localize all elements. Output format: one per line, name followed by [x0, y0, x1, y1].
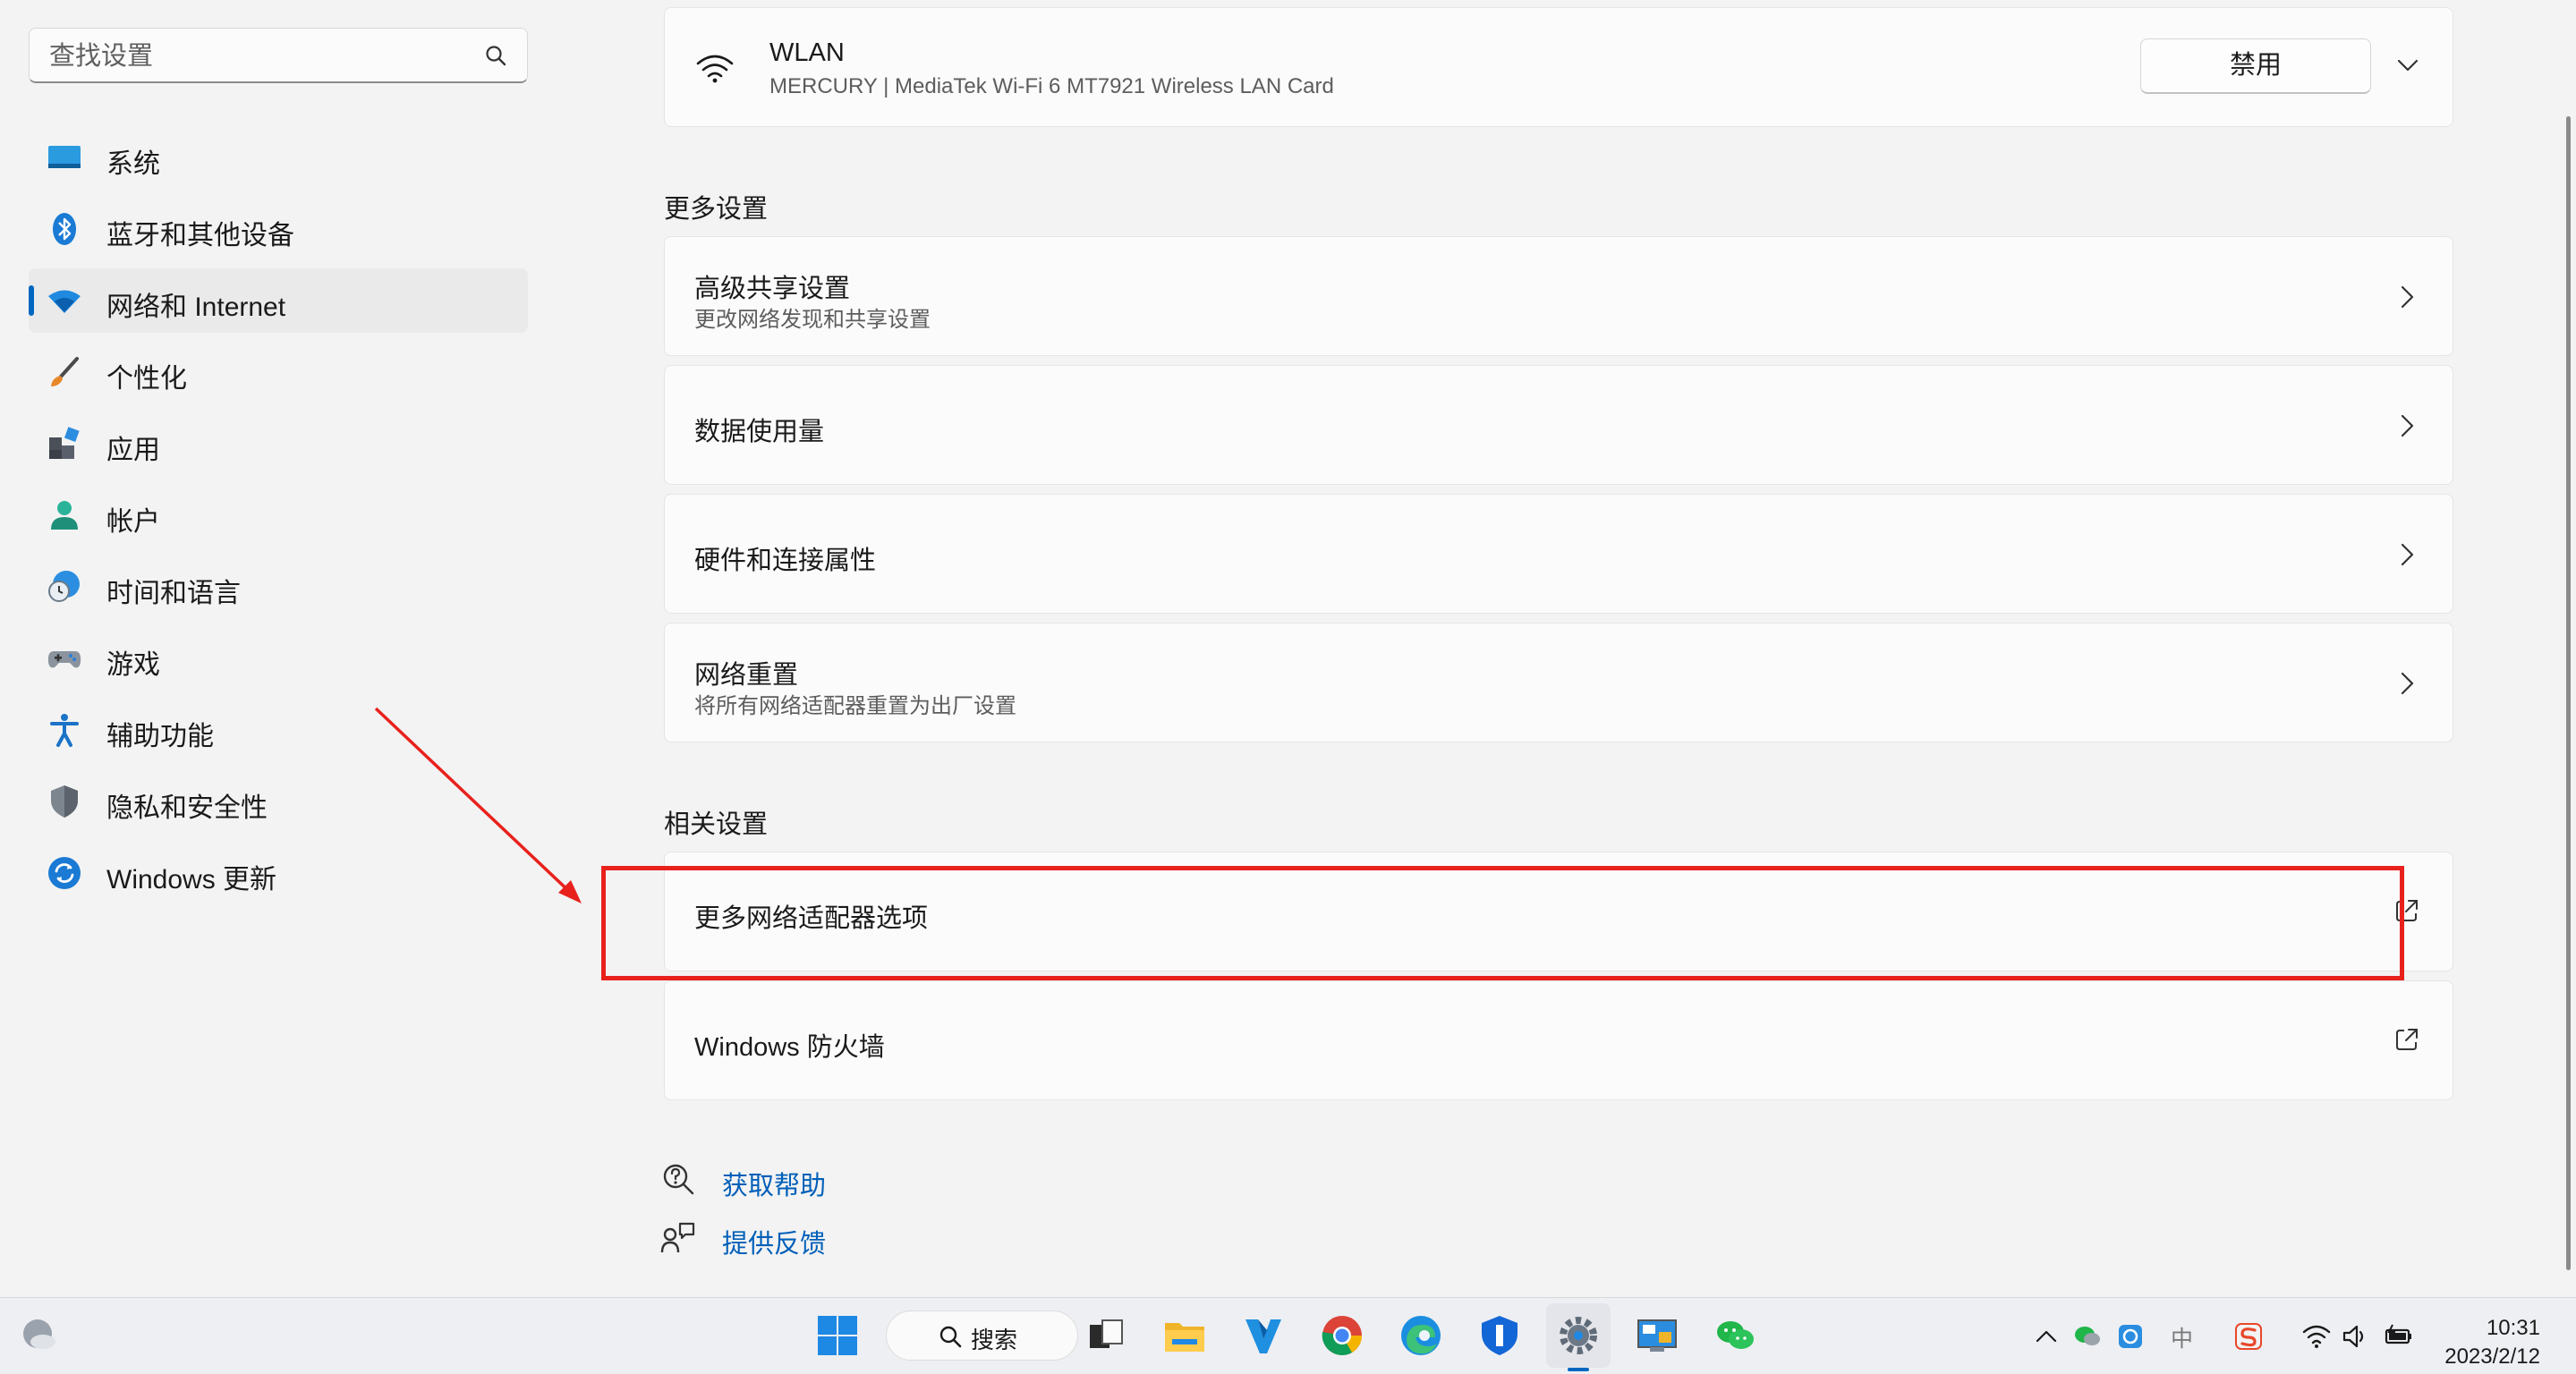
- sidebar-item-label: 系统: [106, 149, 160, 179]
- sidebar-item-label: 隐私和安全性: [106, 793, 268, 823]
- app-v-icon[interactable]: [1240, 1312, 1287, 1359]
- security-app-icon[interactable]: [1476, 1312, 1523, 1359]
- sidebar-item-time-language[interactable]: 时间和语言: [29, 555, 528, 619]
- give-feedback-link[interactable]: 提供反馈: [722, 1223, 826, 1260]
- sidebar-item-label: 辅助功能: [106, 722, 214, 751]
- file-explorer-icon[interactable]: [1161, 1312, 1208, 1359]
- sidebar-item-gaming[interactable]: 游戏: [29, 626, 528, 691]
- annotation-arrow: [374, 707, 582, 903]
- running-indicator: [1568, 1368, 1589, 1371]
- search-box[interactable]: [29, 28, 528, 83]
- sidebar-item-label: Windows 更新: [106, 865, 277, 895]
- wechat-tray-icon[interactable]: [2072, 1321, 2103, 1352]
- start-icon[interactable]: [814, 1312, 861, 1359]
- shield-icon: [51, 785, 78, 818]
- chevron-right-icon: [2401, 414, 2414, 437]
- help-icon: [663, 1164, 694, 1195]
- clock-date: 2023/2/12: [2444, 1344, 2540, 1369]
- wechat-icon[interactable]: [1713, 1312, 1759, 1359]
- chevron-up-icon[interactable]: [2031, 1321, 2062, 1352]
- account-icon: [51, 501, 78, 530]
- volume-icon[interactable]: [2341, 1321, 2371, 1352]
- advanced-sharing-card[interactable]: 高级共享设置 更改网络发现和共享设置: [664, 236, 2453, 356]
- control-panel-icon[interactable]: [1634, 1312, 1680, 1359]
- card-title: Windows 防火墙: [694, 1033, 885, 1062]
- related-settings-heading: 相关设置: [664, 810, 769, 839]
- wifi-icon: [696, 55, 734, 83]
- chevron-down-icon[interactable]: [2396, 57, 2419, 73]
- bluetooth-icon: [53, 213, 76, 245]
- taskbar: 搜索 中 10:31 2023/2/12: [0, 1297, 2576, 1374]
- more-settings-heading: 更多设置: [664, 195, 769, 224]
- card-title: 高级共享设置: [694, 275, 851, 303]
- feedback-icon: [660, 1222, 695, 1253]
- chrome-icon[interactable]: [1319, 1312, 1365, 1359]
- active-indicator: [29, 285, 34, 316]
- taskbar-search[interactable]: 搜索: [886, 1310, 1078, 1361]
- sidebar-item-system[interactable]: 系统: [29, 125, 528, 190]
- get-help-link[interactable]: 获取帮助: [722, 1165, 826, 1202]
- sidebar-item-accounts[interactable]: 帐户: [29, 483, 528, 547]
- windows-firewall-card[interactable]: Windows 防火墙: [664, 980, 2453, 1100]
- app-tray-icon[interactable]: [2115, 1321, 2146, 1352]
- card-title: 数据使用量: [694, 418, 825, 446]
- sidebar-item-label: 网络和 Internet: [106, 293, 286, 322]
- sidebar-item-label: 蓝牙和其他设备: [106, 221, 294, 250]
- chevron-right-icon: [2401, 543, 2414, 566]
- card-subtitle: 更改网络发现和共享设置: [694, 308, 931, 332]
- clock-time: 10:31: [2486, 1316, 2540, 1340]
- sidebar-item-personalization[interactable]: 个性化: [29, 340, 528, 404]
- ime-indicator[interactable]: 中: [2171, 1321, 2193, 1353]
- brush-icon: [51, 357, 79, 386]
- globe-clock-icon: [48, 571, 80, 602]
- search-icon: [939, 1326, 962, 1348]
- external-link-icon: [2396, 1029, 2418, 1050]
- wifi-icon: [48, 290, 81, 313]
- sidebar-item-label: 个性化: [106, 364, 187, 394]
- search-icon[interactable]: [484, 44, 507, 67]
- wlan-subtitle: MERCURY | MediaTek Wi-Fi 6 MT7921 Wirele…: [769, 74, 1334, 98]
- battery-icon[interactable]: [2384, 1321, 2414, 1352]
- apps-icon: [49, 427, 80, 459]
- card-title: 网络重置: [694, 661, 799, 690]
- scrollbar[interactable]: [2566, 116, 2571, 1270]
- update-icon: [48, 857, 81, 889]
- sidebar-item-network[interactable]: 网络和 Internet: [29, 268, 528, 333]
- sidebar-item-bluetooth[interactable]: 蓝牙和其他设备: [29, 197, 528, 261]
- sidebar-item-label: 应用: [106, 436, 160, 465]
- weather-icon[interactable]: [16, 1312, 63, 1359]
- wifi-tray-icon[interactable]: [2301, 1321, 2332, 1352]
- sidebar-item-label: 时间和语言: [106, 579, 241, 608]
- sidebar-item-apps[interactable]: 应用: [29, 411, 528, 476]
- gamepad-icon: [47, 651, 81, 668]
- card-title: 硬件和连接属性: [694, 547, 877, 575]
- sidebar-item-label: 帐户: [106, 507, 160, 537]
- edge-icon[interactable]: [1398, 1312, 1444, 1359]
- card-subtitle: 将所有网络适配器重置为出厂设置: [694, 694, 1016, 718]
- chevron-right-icon: [2401, 285, 2414, 309]
- wlan-title: WLAN: [769, 38, 845, 67]
- settings-gear-icon[interactable]: [1555, 1312, 1602, 1359]
- hardware-properties-card[interactable]: 硬件和连接属性: [664, 494, 2453, 614]
- highlight-box: [601, 866, 2404, 980]
- accessibility-icon: [50, 714, 79, 747]
- network-reset-card[interactable]: 网络重置 将所有网络适配器重置为出厂设置: [664, 623, 2453, 742]
- sogou-tray-icon[interactable]: [2233, 1321, 2264, 1352]
- taskbar-search-label: 搜索: [971, 1327, 1018, 1353]
- task-view-icon[interactable]: [1083, 1312, 1129, 1359]
- system-icon: [48, 146, 81, 168]
- search-input[interactable]: [47, 36, 480, 77]
- disable-button[interactable]: 禁用: [2140, 38, 2371, 94]
- chevron-right-icon: [2401, 672, 2414, 695]
- clock[interactable]: 10:31 2023/2/12: [2444, 1314, 2540, 1371]
- data-usage-card[interactable]: 数据使用量: [664, 365, 2453, 485]
- sidebar-item-label: 游戏: [106, 650, 160, 680]
